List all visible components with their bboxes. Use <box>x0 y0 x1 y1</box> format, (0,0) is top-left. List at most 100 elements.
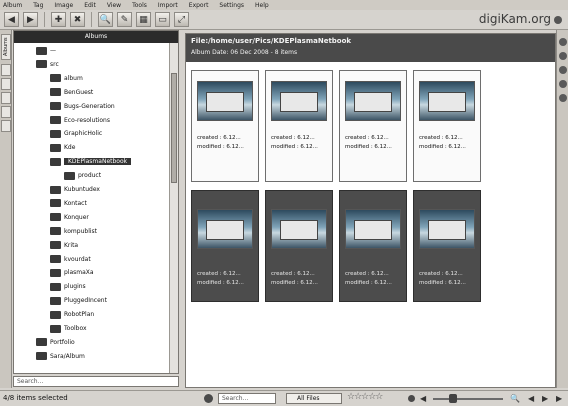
album-tree-item[interactable]: Kontact <box>50 198 87 209</box>
screenshot-window <box>354 92 392 112</box>
previous-image-icon[interactable]: ◀ <box>528 394 534 403</box>
album-tree-item[interactable]: GraphicHolic <box>50 128 102 139</box>
toolbar-separator <box>44 12 45 27</box>
menu-item-export[interactable]: Export <box>189 2 209 9</box>
tab-timeline[interactable] <box>1 106 11 118</box>
album-header: File:/home/user/Pics/KDEPlasmaNetbook Al… <box>186 34 555 62</box>
album-tree-item[interactable]: src <box>36 59 59 70</box>
thumbnail-item[interactable]: created : 6.12... modified : 6.12... <box>265 70 333 182</box>
menu-item-view[interactable]: View <box>107 2 121 9</box>
album-tree-item[interactable]: album <box>50 73 83 84</box>
zoom-left-arrow-icon[interactable]: ◀ <box>420 394 426 403</box>
album-tree-item[interactable]: Kde <box>50 142 75 153</box>
statusbar-search-input[interactable]: Search... <box>218 393 276 404</box>
thumbnail-item[interactable]: created : 6.12... modified : 6.12... <box>265 190 333 302</box>
tab-tags[interactable] <box>1 78 11 90</box>
folder-icon <box>50 74 61 83</box>
screenshot-window <box>354 220 392 240</box>
zoom-in-icon[interactable]: 🔍 <box>510 394 520 403</box>
search-button[interactable]: 🔍 <box>98 12 113 27</box>
menu-item-edit[interactable]: Edit <box>84 2 96 9</box>
album-tree-item[interactable]: Kubuntudex <box>50 184 100 195</box>
album-tree-item[interactable]: KDEPlasmaNetbook <box>50 156 132 167</box>
album-tree-item[interactable]: — <box>36 45 56 56</box>
thumbnail-item[interactable]: created : 6.12... modified : 6.12... <box>413 70 481 182</box>
album-tree-item-label: album <box>64 74 83 82</box>
new-album-button[interactable]: ✚ <box>51 12 66 27</box>
album-tree-item[interactable]: RobotPlan <box>50 309 94 320</box>
album-tree-item[interactable]: BenGuest <box>50 87 93 98</box>
album-tree-item-label: Toolbox <box>64 325 87 332</box>
album-tree-item-label: product <box>78 172 102 180</box>
thumbnail-created-date: created : 6.12... <box>271 135 315 141</box>
menu-item-settings[interactable]: Settings <box>219 2 244 9</box>
folder-icon <box>50 213 61 222</box>
album-tree-item[interactable]: Konquer <box>50 212 89 223</box>
thumbnail-created-date: created : 6.12... <box>271 271 315 277</box>
fullscreen-button[interactable]: ⤢ <box>174 12 189 27</box>
album-tree-item[interactable]: Toolbox <box>50 323 87 334</box>
tab-albums[interactable]: Albums <box>1 34 11 60</box>
tab-gps[interactable] <box>1 120 11 132</box>
forward-button[interactable]: ▶ <box>23 12 38 27</box>
delete-album-button[interactable]: ✖ <box>70 12 85 27</box>
album-tree-item-label: — <box>50 47 56 54</box>
tab-dates[interactable] <box>1 64 11 76</box>
thumbnail-image <box>197 209 253 249</box>
rating-filter[interactable]: ☆☆☆☆☆ <box>347 392 383 402</box>
geolocation-tab-icon[interactable] <box>559 80 567 88</box>
zoom-slider-handle[interactable] <box>448 394 457 403</box>
image-editor-button[interactable]: ✎ <box>117 12 132 27</box>
thumbnail-item[interactable]: created : 6.12... modified : 6.12... <box>339 190 407 302</box>
light-table-button[interactable]: ▦ <box>136 12 151 27</box>
menu-item-help[interactable]: Help <box>255 2 269 9</box>
menu-item-album[interactable]: Album <box>3 2 22 9</box>
album-tree-scrollbar[interactable] <box>169 43 178 373</box>
thumbnail-item[interactable]: created : 6.12... modified : 6.12... <box>191 190 259 302</box>
menu-item-tag[interactable]: Tag <box>33 2 43 9</box>
album-tree-item[interactable]: product <box>64 170 101 181</box>
album-tree-item[interactable]: PluggedIncent <box>50 295 107 306</box>
slideshow-button[interactable]: ▭ <box>155 12 170 27</box>
album-tree-item-label: KDEPlasmaNetbook <box>64 158 132 166</box>
album-tree-item[interactable]: kvourdat <box>50 254 91 265</box>
scrollbar-thumb[interactable] <box>171 73 177 183</box>
album-tree-item[interactable]: kompublist <box>50 226 97 237</box>
zoom-slider[interactable] <box>433 398 503 400</box>
menu-item-tools[interactable]: Tools <box>132 2 147 9</box>
album-tree-item-label: plasmaXa <box>64 269 94 277</box>
colors-tab-icon[interactable] <box>559 66 567 74</box>
album-tree-item-label: PluggedIncent <box>64 297 107 305</box>
album-tree-item[interactable]: Krita <box>50 240 78 251</box>
last-image-icon[interactable]: ▶ <box>556 394 562 403</box>
album-tree-item[interactable]: Bugs-Generation <box>50 101 115 112</box>
zoom-out-icon[interactable] <box>408 395 415 402</box>
album-tree-item-label: Sara/Album <box>50 352 85 360</box>
thumbnail-item[interactable]: created : 6.12... modified : 6.12... <box>191 70 259 182</box>
album-tree-item[interactable]: plugins <box>50 281 86 292</box>
folder-icon <box>50 241 61 250</box>
menu-item-import[interactable]: Import <box>158 2 178 9</box>
captions-tab-icon[interactable] <box>559 94 567 102</box>
thumbnail-modified-date: modified : 6.12... <box>197 144 244 150</box>
folder-icon <box>64 171 75 180</box>
back-button[interactable]: ◀ <box>4 12 19 27</box>
thumbnail-created-date: created : 6.12... <box>197 271 241 277</box>
metadata-tab-icon[interactable] <box>559 52 567 60</box>
album-tree-item[interactable]: plasmaXa <box>50 267 94 278</box>
album-tree-item[interactable]: Eco-resolutions <box>50 115 110 126</box>
clear-search-icon[interactable] <box>204 394 213 403</box>
properties-tab-icon[interactable] <box>559 38 567 46</box>
album-tree-item[interactable]: Sara/Album <box>36 351 85 362</box>
folder-icon <box>50 185 61 194</box>
next-image-icon[interactable]: ▶ <box>542 394 548 403</box>
album-icon-view: File:/home/user/Pics/KDEPlasmaNetbook Al… <box>185 33 556 388</box>
album-tree-item[interactable]: Portfolio <box>36 337 75 348</box>
tab-search[interactable] <box>1 92 11 104</box>
mime-filter-select[interactable]: All Files <box>286 393 342 404</box>
folder-icon <box>50 143 61 152</box>
thumbnail-item[interactable]: created : 6.12... modified : 6.12... <box>339 70 407 182</box>
thumbnail-item[interactable]: created : 6.12... modified : 6.12... <box>413 190 481 302</box>
album-search-input[interactable]: Search... <box>13 376 179 387</box>
menu-item-image[interactable]: Image <box>54 2 73 9</box>
